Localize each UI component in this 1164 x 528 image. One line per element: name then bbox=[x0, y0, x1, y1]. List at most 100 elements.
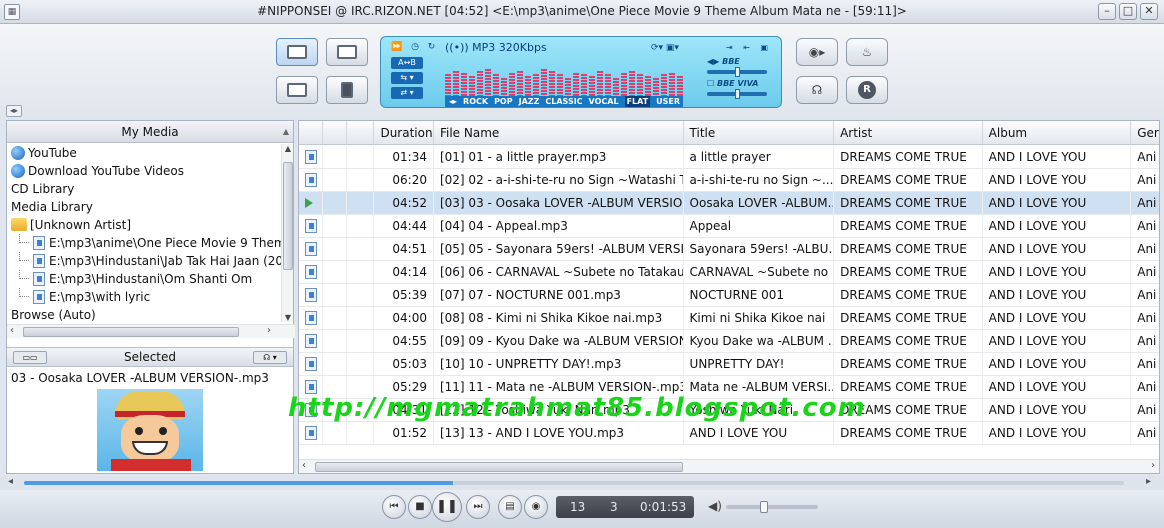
column-header[interactable] bbox=[347, 121, 375, 144]
playlist-horizontal-scrollbar[interactable]: ‹ › bbox=[299, 459, 1159, 473]
headphone-button[interactable]: ☊ bbox=[796, 76, 838, 104]
volume-slider[interactable] bbox=[726, 501, 818, 513]
table-row[interactable]: 01:34 [01] 01 - a little prayer.mp3 a litt… bbox=[299, 146, 1159, 169]
cell-artist: DREAMS COME TRUE bbox=[834, 261, 983, 283]
tree-item[interactable]: Download YouTube Videos bbox=[7, 162, 283, 180]
table-row[interactable]: 06:20 [02] 02 - a-i-shi-te-ru no Sign ~Wa… bbox=[299, 169, 1159, 192]
tree-item[interactable]: [Unknown Artist] bbox=[7, 216, 283, 234]
column-header[interactable] bbox=[323, 121, 347, 144]
table-row[interactable]: 05:03 [10] 10 - UNPRETTY DAY!.mp3 UNPRETTY… bbox=[299, 353, 1159, 376]
eq-preset-vocal[interactable]: VOCAL bbox=[589, 96, 619, 107]
cell-duration: 04:55 bbox=[374, 330, 434, 352]
next-button[interactable]: ⏭ bbox=[466, 495, 490, 519]
tree-item[interactable]: YouTube bbox=[7, 144, 283, 162]
eq-scroll-icon[interactable]: ◂▸ bbox=[449, 96, 457, 107]
table-row[interactable]: 04:44 [04] 04 - Appeal.mp3 Appeal DREAMS CO… bbox=[299, 215, 1159, 238]
seek-back-icon[interactable]: ◂ bbox=[8, 476, 13, 487]
ab-repeat-button[interactable]: A↔B bbox=[391, 57, 423, 69]
column-header[interactable] bbox=[299, 121, 323, 144]
tree-item[interactable]: E:\mp3\Hindustani\Jab Tak Hai Jaan (2012… bbox=[7, 252, 283, 270]
scroll-thumb[interactable] bbox=[23, 327, 239, 337]
table-row[interactable]: 05:39 [07] 07 - NOCTURNE 001.mp3 NOCTURNE … bbox=[299, 284, 1159, 307]
scroll-right-icon[interactable]: › bbox=[1151, 460, 1155, 471]
transfer-icons: ⇥ ⇤ ▣ bbox=[726, 43, 773, 52]
scroll-down-icon[interactable]: ▼ bbox=[282, 313, 294, 322]
row-status-cell bbox=[299, 169, 323, 191]
seek-forward-icon[interactable]: ▸ bbox=[1146, 476, 1151, 487]
scroll-thumb[interactable] bbox=[315, 462, 683, 472]
eq-preset-rock[interactable]: ROCK bbox=[463, 96, 488, 107]
table-row[interactable]: 04:00 [08] 08 - Kimi ni Shika Kikoe nai.m… bbox=[299, 307, 1159, 330]
title-bar: ▦ #NIPPONSEI @ IRC.RIZON.NET [04:52] <E:… bbox=[0, 0, 1164, 24]
scroll-thumb[interactable] bbox=[283, 162, 293, 270]
tree-item[interactable]: Media Library bbox=[7, 198, 283, 216]
scroll-left-icon[interactable]: ‹ bbox=[10, 325, 14, 336]
eject-button[interactable]: ◉ bbox=[524, 495, 548, 519]
repeat-mode-button[interactable]: ⇆ ▾ bbox=[391, 72, 423, 84]
media-panel-header[interactable]: My Media▲▼ bbox=[7, 121, 293, 158]
table-row[interactable]: 04:52 [03] 03 - Oosaka LOVER -ALBUM VERSI… bbox=[299, 192, 1159, 215]
stop-button[interactable]: ■ bbox=[408, 495, 432, 519]
row-empty-cell bbox=[347, 192, 375, 214]
cell-title: Sayonara 59ers! -ALBU... bbox=[684, 238, 835, 260]
pause-button[interactable]: ❚❚ bbox=[432, 492, 462, 522]
open-file-button[interactable]: ▤ bbox=[498, 495, 522, 519]
tree-item-label: Download YouTube Videos bbox=[28, 164, 184, 178]
maximize-button[interactable]: □ bbox=[1119, 3, 1137, 20]
tree-item[interactable]: E:\mp3\anime\One Piece Movie 9 Theme A bbox=[7, 234, 283, 252]
playlist-view-button[interactable] bbox=[276, 38, 318, 66]
table-row[interactable]: 04:14 [06] 06 - CARNAVAL ~Subete no Tatak… bbox=[299, 261, 1159, 284]
tree-vertical-scrollbar[interactable]: ▲ ▼ bbox=[281, 144, 293, 322]
seek-fill bbox=[24, 481, 453, 485]
cell-file: [05] 05 - Sayonara 59ers! -ALBUM VERSION… bbox=[434, 238, 684, 260]
volume-thumb[interactable] bbox=[760, 501, 768, 513]
bbe-viva-slider[interactable] bbox=[707, 89, 767, 99]
screen-view-button[interactable] bbox=[276, 76, 318, 104]
selected-options-button[interactable]: ☊ ▾ bbox=[253, 351, 287, 364]
tree-item[interactable]: Browse (Auto) bbox=[7, 306, 283, 322]
tree-item[interactable]: E:\mp3\Hindustani\Om Shanti Om bbox=[7, 270, 283, 288]
eq-preset-pop[interactable]: POP bbox=[494, 96, 513, 107]
tree-item-label: E:\mp3\Hindustani\Om Shanti Om bbox=[49, 272, 253, 286]
selected-view-toggle[interactable]: ▭▭ bbox=[13, 351, 47, 364]
table-row[interactable]: 04:51 [05] 05 - Sayonara 59ers! -ALBUM VE… bbox=[299, 238, 1159, 261]
column-header[interactable]: Artist bbox=[834, 121, 983, 144]
column-header[interactable]: Ger bbox=[1131, 121, 1159, 144]
minimize-button[interactable]: – bbox=[1098, 3, 1116, 20]
record-button[interactable]: R bbox=[846, 76, 888, 104]
bbe-slider[interactable] bbox=[707, 67, 767, 77]
seek-bar[interactable]: ◂ ▸ bbox=[0, 476, 1164, 490]
eq-preset-flat[interactable]: FLAT bbox=[624, 96, 651, 107]
tree-horizontal-scrollbar[interactable]: ‹ › bbox=[7, 324, 295, 338]
speaker-button[interactable]: ◉▸ bbox=[796, 38, 838, 66]
tree-item[interactable]: CD Library bbox=[7, 180, 283, 198]
monitor-view-button[interactable] bbox=[326, 38, 368, 66]
previous-button[interactable]: ⏮ bbox=[382, 495, 406, 519]
transport-bar: ⏮ ■ ❚❚ ⏭ ▤ ◉ 13 3 0:01:53 ◀) bbox=[0, 490, 1164, 528]
cell-genre: Ani bbox=[1131, 330, 1159, 352]
column-header[interactable]: Album bbox=[983, 121, 1132, 144]
cell-album: AND I LOVE YOU bbox=[983, 284, 1132, 306]
eq-preset-jazz[interactable]: JAZZ bbox=[519, 96, 540, 107]
column-header[interactable]: Title bbox=[684, 121, 835, 144]
device-button[interactable] bbox=[326, 76, 368, 104]
volume-icon[interactable]: ◀) bbox=[708, 499, 722, 513]
scroll-left-icon[interactable]: ‹ bbox=[302, 460, 306, 471]
tree-item[interactable]: E:\mp3\with lyric bbox=[7, 288, 283, 306]
burn-button[interactable]: ♨ bbox=[846, 38, 888, 66]
tree-item-label: Media Library bbox=[11, 200, 93, 214]
row-empty-cell bbox=[347, 330, 375, 352]
row-status-cell bbox=[299, 353, 323, 375]
scroll-right-icon[interactable]: › bbox=[267, 325, 271, 336]
eq-preset-user[interactable]: USER bbox=[656, 96, 680, 107]
column-header[interactable]: Duration bbox=[374, 121, 434, 144]
eq-preset-classic[interactable]: CLASSIC bbox=[545, 96, 582, 107]
column-header[interactable]: File Name bbox=[434, 121, 684, 144]
scroll-up-icon[interactable]: ▲ bbox=[282, 144, 294, 153]
cell-duration: 06:20 bbox=[374, 169, 434, 191]
close-button[interactable]: ✕ bbox=[1140, 3, 1158, 20]
table-row[interactable]: 04:55 [09] 09 - Kyou Dake wa -ALBUM VERSI… bbox=[299, 330, 1159, 353]
shuffle-mode-button[interactable]: ⇄ ▾ bbox=[391, 87, 423, 99]
table-row[interactable]: 01:52 [13] 13 - AND I LOVE YOU.mp3 AND I L… bbox=[299, 422, 1159, 445]
collapse-panel-icon[interactable]: ◂▸ bbox=[6, 105, 22, 117]
